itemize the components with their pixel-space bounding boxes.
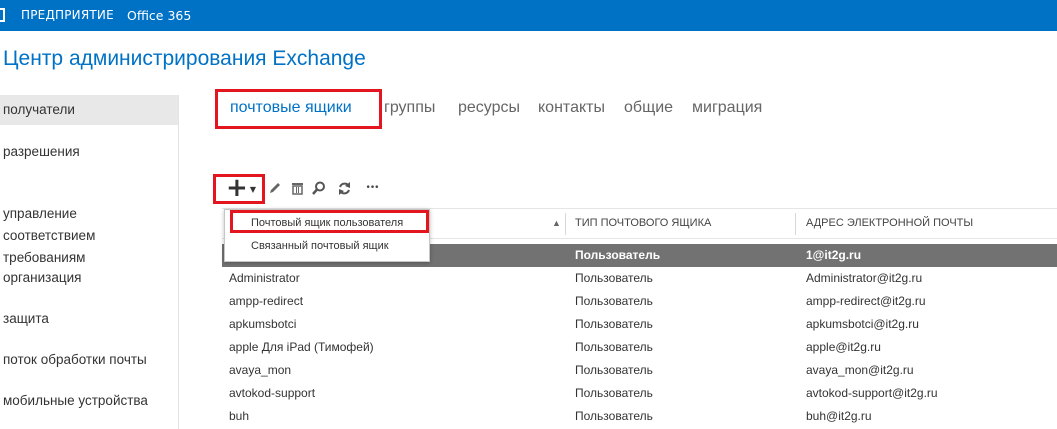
cell-email: ampp-redirect@it2g.ru (806, 294, 926, 308)
nav-office365[interactable]: Office 365 (127, 0, 191, 31)
sidebar-item-mobile[interactable]: мобильные устройства (0, 390, 178, 412)
cell-mailbox-type: Пользователь (575, 409, 653, 423)
column-separator (795, 213, 796, 235)
sidebar-item-organization[interactable]: организация (0, 267, 178, 289)
cell-mailbox-type: Пользователь (575, 340, 653, 354)
app-launcher-icon[interactable] (0, 8, 5, 22)
tab-resources[interactable]: ресурсы (458, 99, 520, 117)
column-header-mailbox-type[interactable]: ТИП ПОЧТОВОГО ЯЩИКА (575, 209, 711, 238)
sidebar-item-label: поток обработки почты (3, 352, 147, 367)
refresh-button[interactable] (335, 175, 353, 201)
cell-email: buh@it2g.ru (806, 409, 872, 423)
cell-email: apkumsbotci@it2g.ru (806, 317, 919, 331)
top-nav-bar: ПРЕДПРИЯТИЕ Office 365 (0, 0, 1057, 31)
cell-mailbox-type: Пользователь (575, 386, 653, 400)
table-row[interactable]: buh Пользователь buh@it2g.ru (222, 405, 1057, 428)
sidebar-item-protection[interactable]: защита (0, 308, 178, 330)
sidebar-item-permissions[interactable]: разрешения (0, 141, 178, 163)
cell-email: apple@it2g.ru (806, 340, 881, 354)
sort-ascending-icon[interactable]: ▲ (552, 218, 561, 228)
sidebar: получатели разрешения управление соответ… (0, 95, 180, 429)
refresh-icon (338, 181, 350, 195)
search-icon (312, 181, 325, 195)
sidebar-item-recipients[interactable]: получатели (0, 95, 178, 125)
sidebar-divider (178, 95, 179, 429)
menu-item-linked-mailbox[interactable]: Связанный почтовый ящик (225, 235, 429, 257)
more-button[interactable]: ••• (361, 175, 383, 201)
menu-item-label: Связанный почтовый ящик (251, 240, 389, 252)
trash-icon (291, 183, 303, 195)
cell-display-name: apple Для iPad (Тимофей) (229, 340, 374, 354)
cell-mailbox-type: Пользователь (575, 317, 653, 331)
highlight-frame-add (213, 174, 265, 204)
tab-shared[interactable]: общие (624, 99, 673, 117)
cell-email: 1@it2g.ru (806, 248, 862, 262)
tab-migration[interactable]: миграция (692, 99, 762, 117)
page-title: Центр администрирования Exchange (3, 47, 366, 70)
nav-enterprise[interactable]: ПРЕДПРИЯТИЕ (21, 0, 114, 31)
cell-email: avtokod-support@it2g.ru (806, 386, 938, 400)
ellipsis-icon: ••• (365, 183, 380, 193)
tab-contacts[interactable]: контакты (538, 99, 605, 117)
cell-email: avaya_mon@it2g.ru (806, 363, 914, 377)
column-separator (565, 213, 566, 235)
highlight-frame-tab (215, 89, 382, 129)
table-row[interactable]: Administrator Пользователь Administrator… (222, 267, 1057, 290)
cell-mailbox-type: Пользователь (575, 294, 653, 308)
delete-button[interactable] (289, 175, 305, 201)
edit-button[interactable] (267, 175, 283, 201)
cell-mailbox-type: Пользователь (575, 363, 653, 377)
sidebar-item-label: мобильные устройства (3, 393, 148, 408)
table-row[interactable]: apple Для iPad (Тимофей) Пользователь ap… (222, 336, 1057, 359)
table-row[interactable]: ampp-redirect Пользователь ampp-redirect… (222, 290, 1057, 313)
sidebar-item-label: организация (3, 270, 82, 285)
sidebar-item-label: управление соответствием требованиям (3, 206, 96, 265)
sidebar-item-mail-flow[interactable]: поток обработки почты (0, 349, 178, 371)
search-button[interactable] (311, 175, 327, 201)
table-row[interactable]: avaya_mon Пользователь avaya_mon@it2g.ru (222, 359, 1057, 382)
column-header-email[interactable]: АДРЕС ЭЛЕКТРОННОЙ ПОЧТЫ (806, 209, 973, 238)
sidebar-item-label: защита (3, 311, 49, 326)
cell-display-name: ampp-redirect (229, 294, 304, 308)
tab-groups[interactable]: группы (384, 99, 435, 117)
cell-display-name: avtokod-support (229, 386, 316, 400)
cell-display-name: buh (229, 409, 250, 423)
table-row[interactable]: apkumsbotci Пользователь apkumsbotci@it2… (222, 313, 1057, 336)
sidebar-item-label: разрешения (3, 144, 80, 159)
highlight-frame-menu-item (230, 210, 429, 233)
cell-mailbox-type: Пользователь (575, 271, 653, 285)
cell-email: Administrator@it2g.ru (806, 271, 923, 285)
sidebar-item-label: получатели (3, 102, 75, 117)
cell-display-name: Administrator (229, 271, 300, 285)
pencil-icon (270, 183, 280, 193)
cell-mailbox-type: Пользователь (575, 248, 661, 262)
cell-display-name: avaya_mon (229, 363, 292, 377)
table-row[interactable]: avtokod-support Пользователь avtokod-sup… (222, 382, 1057, 405)
cell-display-name: apkumsbotci (229, 317, 297, 331)
